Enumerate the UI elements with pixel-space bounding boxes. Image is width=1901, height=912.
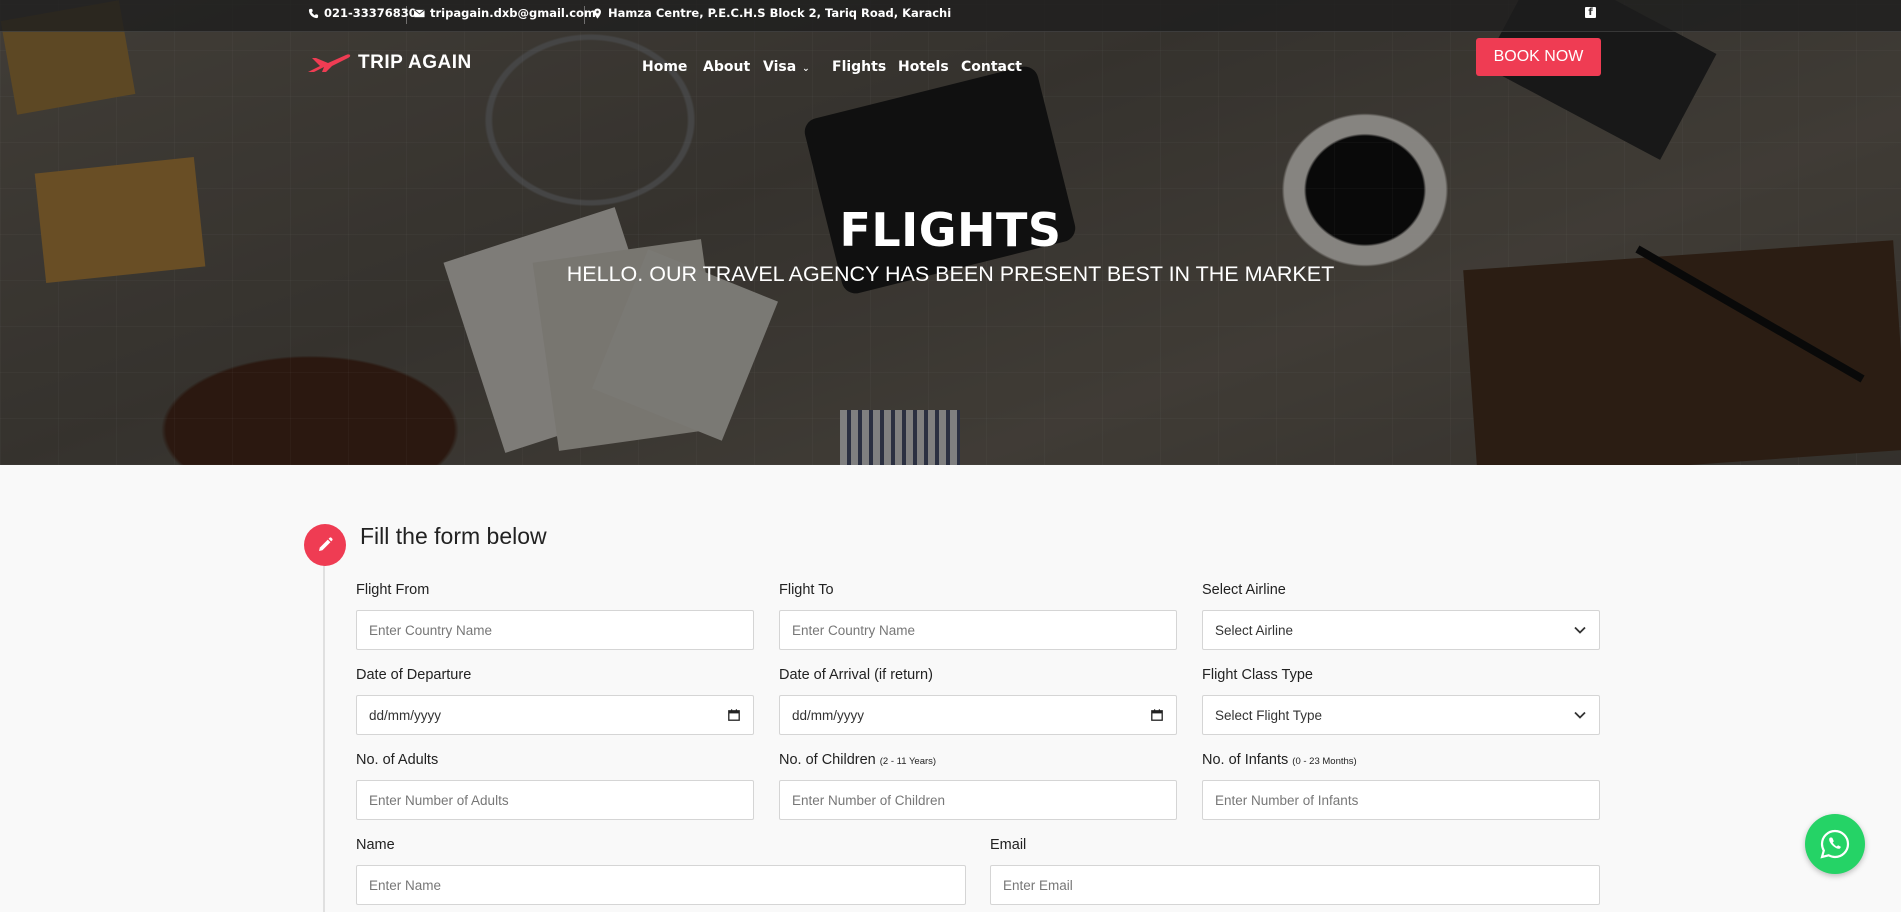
phone-contact[interactable]: 021-33376830 [308,6,417,20]
flight-to-field[interactable] [779,610,1177,650]
airline-select[interactable]: Select Airline [1202,610,1600,650]
flight-class-select[interactable]: Select Flight Type [1202,695,1600,735]
flight-to-label: Flight To [779,582,834,598]
facebook-icon[interactable]: f [1585,7,1596,18]
calendar-icon[interactable] [1150,708,1164,722]
flight-to-input[interactable] [792,622,1164,638]
phone-icon [308,8,319,18]
flight-from-field[interactable] [356,610,754,650]
form-timeline-line [323,560,325,912]
hero-subtitle: HELLO. OUR TRAVEL AGENCY HAS BEEN PRESEN… [566,262,1335,286]
adults-input[interactable] [369,792,741,808]
calendar-icon[interactable] [727,708,741,722]
logo-text: TRIP AGAIN [358,52,472,73]
infants-input[interactable] [1215,792,1587,808]
nav-item-about[interactable]: About [703,59,750,75]
flight-from-label: Flight From [356,582,430,598]
name-input[interactable] [369,877,953,893]
envelope-icon [414,8,425,17]
children-field[interactable] [779,780,1177,820]
form-title: Fill the form below [360,523,547,549]
flight-class-select-value: Select Flight Type [1215,707,1323,723]
name-field[interactable] [356,865,966,905]
address-text: Hamza Centre, P.E.C.H.S Block 2, Tariq R… [608,6,952,20]
infants-label-text: No. of Infants [1202,752,1289,768]
children-age-note: (2 - 11 Years) [879,756,937,767]
departure-label: Date of Departure [356,667,472,683]
chevron-down-icon [1573,708,1587,722]
nav-item-visa-label: Visa [763,59,797,75]
email-address: tripagain.dxb@gmail.com [430,6,596,20]
children-label-text: No. of Children [779,752,876,768]
plane-icon [308,54,351,72]
adults-field[interactable] [356,780,754,820]
children-input[interactable] [792,792,1164,808]
adults-label: No. of Adults [356,752,439,768]
nav-item-home[interactable]: Home [642,59,687,75]
arrival-label: Date of Arrival (if return) [779,667,933,683]
nav-item-visa[interactable]: Visa ⌄ [763,59,810,75]
book-now-button[interactable]: BOOK NOW [1476,38,1601,76]
whatsapp-button[interactable] [1805,814,1865,874]
class-type-label: Flight Class Type [1202,667,1313,683]
arrival-date-input[interactable]: dd/mm/yyyy [779,695,1177,735]
nav-item-hotels[interactable]: Hotels [898,59,949,75]
airline-label: Select Airline [1202,582,1286,598]
chevron-down-icon: ⌄ [802,64,810,74]
children-label: No. of Children (2 - 11 Years) [779,752,936,768]
top-contact-bar: 021-33376830 tripagain.dxb@gmail.com Ham… [0,0,1901,32]
whatsapp-icon [1820,829,1850,859]
form-badge [304,524,346,566]
page-title: FLIGHTS [839,203,1062,257]
divider [406,6,407,24]
email-field[interactable] [990,865,1600,905]
chevron-down-icon [1573,623,1587,637]
phone-number: 021-33376830 [324,6,417,20]
nav-item-contact[interactable]: Contact [961,59,1022,75]
email-input[interactable] [1003,877,1587,893]
pencil-icon [319,537,333,551]
nav-item-flights[interactable]: Flights [832,59,886,75]
flight-from-input[interactable] [369,622,741,638]
departure-date-value: dd/mm/yyyy [369,707,442,723]
divider [584,6,585,24]
departure-date-input[interactable]: dd/mm/yyyy [356,695,754,735]
site-logo[interactable]: TRIP AGAIN [306,52,472,74]
infants-label: No. of Infants (0 - 23 Months) [1202,752,1357,768]
map-marker-icon [594,7,601,19]
infants-field[interactable] [1202,780,1600,820]
arrival-date-value: dd/mm/yyyy [792,707,865,723]
airline-select-value: Select Airline [1215,622,1294,638]
email-contact[interactable]: tripagain.dxb@gmail.com [414,6,596,20]
address-contact: Hamza Centre, P.E.C.H.S Block 2, Tariq R… [592,6,951,20]
email-label: Email [990,837,1027,853]
infants-age-note: (0 - 23 Months) [1292,756,1357,767]
name-label: Name [356,837,395,853]
